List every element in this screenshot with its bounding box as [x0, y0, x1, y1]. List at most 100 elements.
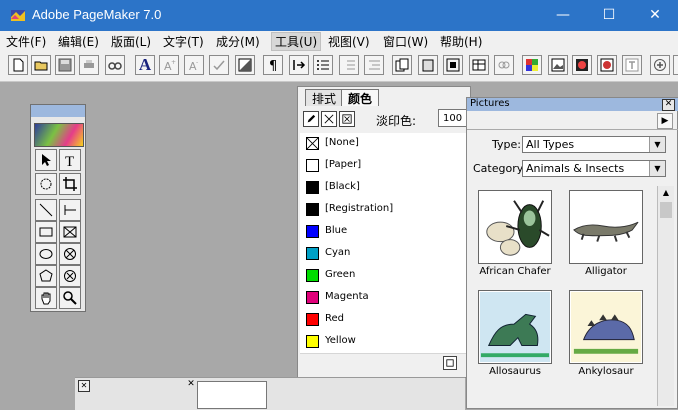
menu-file[interactable]: 文件(F) [3, 33, 49, 50]
open-folder-icon[interactable] [31, 55, 51, 75]
menu-edit[interactable]: 编辑(E) [55, 33, 102, 50]
font-size-up-icon[interactable]: A + [159, 55, 179, 75]
image-icon[interactable] [548, 55, 568, 75]
swatch-row[interactable]: [Registration] [300, 199, 466, 222]
zoom-in-icon[interactable] [650, 55, 670, 75]
minimize-button[interactable]: — [540, 0, 586, 31]
color-picture-icon[interactable] [522, 55, 542, 75]
tool-palette-titlebar[interactable] [31, 105, 85, 117]
swatch-row[interactable]: Yellow [300, 331, 466, 354]
swatch-label: Magenta [325, 291, 369, 302]
new-document-icon[interactable] [8, 55, 28, 75]
menu-window[interactable]: 窗口(W) [380, 33, 431, 50]
zoom-tool-icon[interactable] [59, 287, 81, 309]
registration-swatch [306, 203, 319, 216]
picture-label: Allosaurus [489, 366, 541, 377]
text-flow-icon[interactable] [289, 55, 309, 75]
pictures-titlebar[interactable]: Pictures ✕ [467, 98, 678, 111]
category-label: Category: [473, 162, 527, 175]
picture-label: Alligator [585, 266, 627, 277]
pointer-tool-icon[interactable] [35, 149, 57, 171]
copy-page-icon[interactable] [392, 55, 412, 75]
category-dropdown-arrow-icon[interactable]: ▼ [649, 161, 665, 176]
pictures-scrollbar[interactable]: ▲ [657, 186, 674, 406]
pictures-title: Pictures [470, 98, 510, 109]
swatch-row[interactable]: [Black] [300, 177, 466, 200]
tab-styles[interactable]: 排式 [305, 89, 344, 106]
rectangle-frame-tool-icon[interactable] [59, 221, 81, 243]
menu-type[interactable]: 文字(T) [160, 33, 207, 50]
rectangle-tool-icon[interactable] [35, 221, 57, 243]
save-icon[interactable] [55, 55, 75, 75]
control-palette-close-icon[interactable]: ✕ [78, 380, 90, 392]
spell-check-icon[interactable] [209, 55, 229, 75]
zoom-out-icon[interactable] [673, 55, 678, 75]
diagonal-line-tool-icon[interactable] [35, 199, 57, 221]
paste-page-icon[interactable] [418, 55, 438, 75]
indent-icon[interactable] [364, 55, 384, 75]
ellipse-frame-tool-icon[interactable] [59, 243, 81, 265]
control-palette-x-icon[interactable]: ✕ [186, 380, 196, 390]
pictures-panel: Pictures ✕ ▶ Type: All Types ▼ Category:… [466, 97, 678, 409]
new-color-icon[interactable] [443, 356, 457, 370]
fill-stroke-icon[interactable] [235, 55, 255, 75]
swatch-row[interactable]: [None] [300, 133, 466, 156]
tint-label: 淡印色: [376, 114, 417, 128]
bullets-icon[interactable] [313, 55, 333, 75]
show-pilcrow-icon[interactable]: ¶ [263, 55, 283, 75]
category-select[interactable]: Animals & Insects ▼ [522, 160, 666, 177]
menu-view[interactable]: 视图(V) [325, 33, 373, 50]
swatch-row[interactable]: Cyan [300, 243, 466, 266]
menu-utilities[interactable]: 工具(U) [271, 32, 322, 51]
scroll-up-icon[interactable]: ▲ [660, 188, 672, 200]
pictures-close-icon[interactable]: ✕ [662, 99, 675, 111]
swatch-row[interactable]: [Paper] [300, 155, 466, 178]
control-input[interactable] [197, 381, 267, 409]
menu-element[interactable]: 成分(M) [213, 33, 263, 50]
polygon-frame-tool-icon[interactable] [59, 265, 81, 287]
colors-panel: 排式 颜色 淡印色: 100 [None] [Paper] [Black] [R… [297, 86, 471, 378]
maximize-button[interactable]: ☐ [586, 0, 632, 31]
swatch-row[interactable]: Green [300, 265, 466, 288]
type-dropdown-arrow-icon[interactable]: ▼ [649, 137, 665, 152]
magenta-swatch [306, 291, 319, 304]
frame-icon[interactable] [443, 55, 463, 75]
close-button[interactable]: ✕ [632, 0, 678, 31]
swatch-row[interactable]: Blue [300, 221, 466, 244]
picture-label: African Chafer [479, 266, 551, 277]
panel-menu-arrow-icon[interactable]: ▶ [657, 113, 673, 129]
tab-colors[interactable]: 颜色 [341, 89, 380, 106]
blue-swatch [306, 225, 319, 238]
ellipse-tool-icon[interactable] [35, 243, 57, 265]
pencil-icon[interactable] [303, 111, 319, 127]
none-fill-icon[interactable] [321, 111, 337, 127]
polygon-tool-icon[interactable] [35, 265, 57, 287]
menu-layout[interactable]: 版面(L) [108, 33, 154, 50]
text-tool-icon[interactable]: T [59, 149, 81, 171]
outdent-icon[interactable] [339, 55, 359, 75]
pictures-grid: African Chafer Alligator Allosaurus Anky… [471, 186, 657, 406]
frame-fill-icon[interactable] [339, 111, 355, 127]
table-icon[interactable] [469, 55, 489, 75]
none-swatch-icon [306, 137, 319, 150]
type-select[interactable]: All Types ▼ [522, 136, 666, 153]
swatch-label: Cyan [325, 247, 351, 258]
crop-tool-icon[interactable] [59, 173, 81, 195]
globe-icon[interactable] [572, 55, 592, 75]
constrained-line-tool-icon[interactable] [59, 199, 81, 221]
print-icon[interactable] [79, 55, 99, 75]
link-icon[interactable] [494, 55, 514, 75]
export-pdf-icon[interactable] [597, 55, 617, 75]
swatch-label: Blue [325, 225, 348, 236]
rotate-tool-icon[interactable] [35, 173, 57, 195]
scroll-thumb[interactable] [660, 202, 672, 218]
find-icon[interactable] [105, 55, 125, 75]
menu-help[interactable]: 帮助(H) [437, 33, 485, 50]
tool-palette: T [30, 104, 86, 312]
hand-tool-icon[interactable] [35, 287, 57, 309]
font-size-down-icon[interactable]: A- [184, 55, 204, 75]
swatch-row[interactable]: Magenta [300, 287, 466, 310]
web-export-icon[interactable] [622, 55, 642, 75]
font-icon[interactable]: A [135, 55, 155, 75]
swatch-row[interactable]: Red [300, 309, 466, 332]
